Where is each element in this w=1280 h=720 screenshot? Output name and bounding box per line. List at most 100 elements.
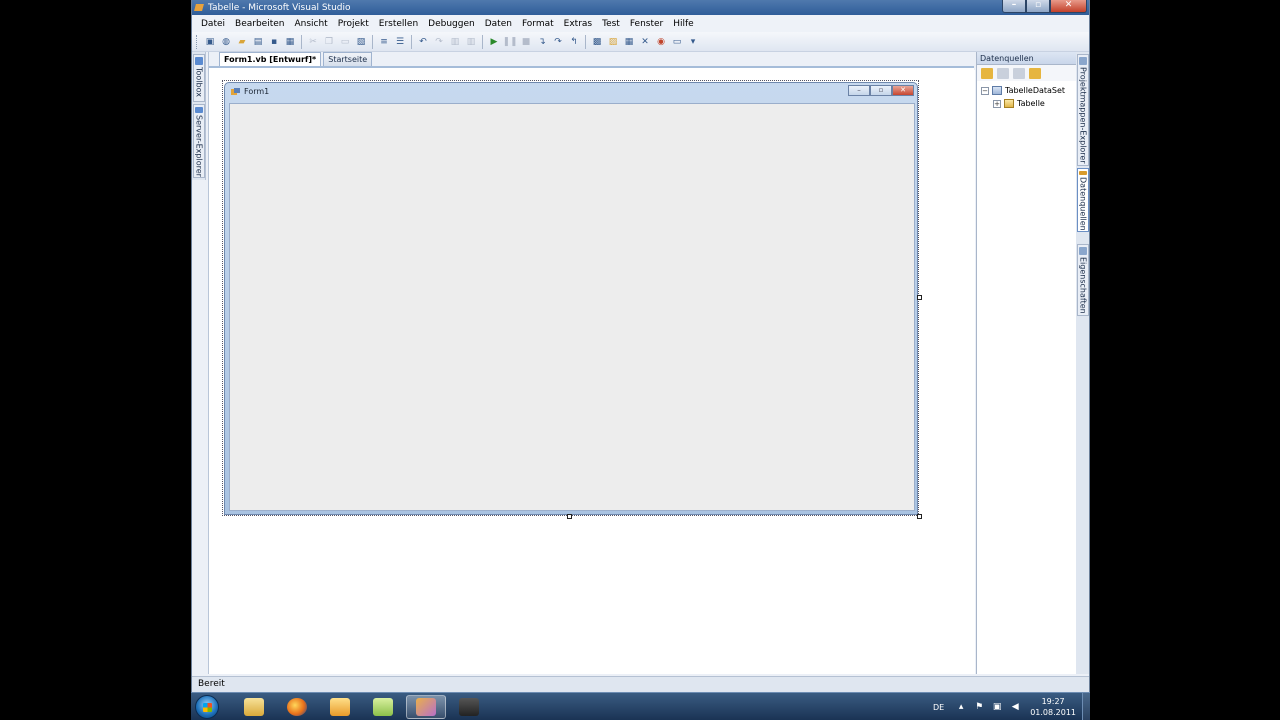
- table-label: Tabelle: [1017, 99, 1045, 108]
- save-all-icon[interactable]: ▦: [283, 35, 297, 49]
- taskbar-firefox[interactable]: [277, 695, 317, 719]
- add-new-item-icon[interactable]: ▤: [251, 35, 265, 49]
- close-button[interactable]: ✕: [1050, 0, 1087, 13]
- start-page-icon[interactable]: ◉: [654, 35, 668, 49]
- taskbar-media-player[interactable]: [320, 695, 360, 719]
- new-project-icon[interactable]: ▣: [203, 35, 217, 49]
- solution-explorer-icon[interactable]: ▩: [590, 35, 604, 49]
- step-over-icon[interactable]: ↷: [551, 35, 565, 49]
- dataset-icon: [992, 86, 1002, 95]
- dataset-label: TabelleDataSet: [1005, 86, 1066, 95]
- refresh-icon[interactable]: [1029, 67, 1041, 79]
- object-browser-icon[interactable]: ▦: [622, 35, 636, 49]
- visual-studio-icon: [194, 2, 205, 13]
- menu-debuggen[interactable]: Debuggen: [423, 19, 480, 29]
- properties-tab-label: Eigenschaften: [1078, 257, 1088, 314]
- form1-client-area[interactable]: [229, 103, 915, 511]
- solution-explorer-tab[interactable]: Projektmappen-Explorer: [1077, 54, 1089, 166]
- toolbar-separator: [301, 34, 302, 49]
- tree-item-dataset[interactable]: − TabelleDataSet: [981, 84, 1076, 97]
- taskbar-visual-studio[interactable]: [406, 695, 446, 719]
- solution-explorer-tab-label: Projektmappen-Explorer: [1078, 67, 1088, 164]
- form1-title: Form1: [244, 87, 270, 96]
- expand-icon[interactable]: +: [993, 99, 1001, 108]
- taskbar-recorder[interactable]: [449, 695, 489, 719]
- toolbox-tab[interactable]: Toolbox: [193, 54, 205, 102]
- edit-dataset-icon[interactable]: [997, 67, 1009, 79]
- resize-handle-bottom[interactable]: [567, 514, 572, 519]
- resize-handle-right[interactable]: [917, 295, 922, 300]
- menu-erstellen[interactable]: Erstellen: [374, 19, 423, 29]
- datasources-pane: Datenquellen − TabelleDataSet + Tabelle: [976, 52, 1076, 674]
- clock[interactable]: 19:27 01.08.2011: [1030, 696, 1076, 718]
- add-datasource-icon[interactable]: [981, 67, 993, 79]
- server-explorer-tab[interactable]: Server-Explorer: [193, 104, 205, 178]
- save-icon[interactable]: ▪: [267, 35, 281, 49]
- volume-icon[interactable]: ◀: [1010, 702, 1020, 712]
- tab-startseite[interactable]: Startseite: [323, 52, 373, 66]
- find-icon[interactable]: ▧: [354, 35, 368, 49]
- tree-item-table[interactable]: + Tabelle: [981, 97, 1076, 110]
- maximize-button[interactable]: ▫: [1026, 0, 1050, 13]
- datasources-header[interactable]: Datenquellen: [977, 52, 1076, 65]
- form-close-button[interactable]: ✕: [892, 85, 914, 96]
- toolbar-grip[interactable]: [196, 34, 199, 49]
- add-item-icon[interactable]: ◍: [219, 35, 233, 49]
- pause-icon[interactable]: ❚❚: [502, 35, 517, 49]
- taskbar-explorer[interactable]: [234, 695, 274, 719]
- menu-datei[interactable]: Datei: [196, 19, 230, 29]
- start-button[interactable]: [195, 695, 219, 719]
- resize-handle-corner[interactable]: [917, 514, 922, 519]
- paste-icon[interactable]: ▭: [338, 35, 352, 49]
- visual-studio-window: Tabelle - Microsoft Visual Studio – ▫ ✕ …: [191, 0, 1090, 692]
- menu-daten[interactable]: Daten: [480, 19, 517, 29]
- stop-icon[interactable]: ■: [519, 35, 533, 49]
- windows-taskbar: DE ▴ ⚑ ▣ ◀ 19:27 01.08.2011: [191, 692, 1090, 720]
- menu-test[interactable]: Test: [597, 19, 625, 29]
- menu-fenster[interactable]: Fenster: [625, 19, 668, 29]
- properties-icon[interactable]: ▨: [606, 35, 620, 49]
- title-bar[interactable]: Tabelle - Microsoft Visual Studio – ▫ ✕: [192, 0, 1089, 15]
- undo-icon[interactable]: ↶: [416, 35, 430, 49]
- network-icon[interactable]: ▣: [992, 702, 1002, 712]
- tab-form1-design[interactable]: Form1.vb [Entwurf]*: [219, 52, 322, 66]
- open-folder-icon[interactable]: ▰: [235, 35, 249, 49]
- action-center-flag-icon[interactable]: ⚑: [974, 702, 984, 712]
- taskbar-app-green[interactable]: [363, 695, 403, 719]
- start-debugging-icon[interactable]: ▶: [487, 35, 501, 49]
- form-designer-surface[interactable]: Form1 – ▫ ✕: [209, 70, 975, 674]
- language-indicator[interactable]: DE: [933, 703, 944, 712]
- toolbox-icon[interactable]: ✕: [638, 35, 652, 49]
- cut-icon[interactable]: ✂: [306, 35, 320, 49]
- datasources-tab[interactable]: Datenquellen: [1077, 168, 1089, 232]
- datasources-toolbar: [977, 65, 1076, 81]
- comment-icon[interactable]: ≡: [377, 35, 391, 49]
- uncomment-icon[interactable]: ☰: [393, 35, 407, 49]
- menu-extras[interactable]: Extras: [559, 19, 597, 29]
- clock-date: 01.08.2011: [1030, 708, 1076, 717]
- menu-ansicht[interactable]: Ansicht: [289, 19, 332, 29]
- toolbar-overflow-icon[interactable]: ▾: [686, 35, 700, 49]
- step-out-icon[interactable]: ↰: [567, 35, 581, 49]
- navigate-back-icon[interactable]: ▥: [448, 35, 462, 49]
- copy-icon[interactable]: ❐: [322, 35, 336, 49]
- form-minimize-button[interactable]: –: [848, 85, 870, 96]
- navigate-forward-icon[interactable]: ▥: [464, 35, 478, 49]
- form1-window[interactable]: Form1 – ▫ ✕: [224, 82, 918, 515]
- menu-projekt[interactable]: Projekt: [333, 19, 374, 29]
- form-maximize-button[interactable]: ▫: [870, 85, 892, 96]
- show-desktop-button[interactable]: [1082, 693, 1090, 720]
- properties-tab[interactable]: Eigenschaften: [1077, 244, 1089, 316]
- menu-hilfe[interactable]: Hilfe: [668, 19, 698, 29]
- other-windows-icon[interactable]: ▭: [670, 35, 684, 49]
- menu-bearbeiten[interactable]: Bearbeiten: [230, 19, 289, 29]
- redo-icon[interactable]: ↷: [432, 35, 446, 49]
- configure-dataset-icon[interactable]: [1013, 67, 1025, 79]
- step-into-icon[interactable]: ↴: [535, 35, 549, 49]
- menu-format[interactable]: Format: [517, 19, 559, 29]
- collapse-icon[interactable]: −: [981, 86, 989, 95]
- minimize-button[interactable]: –: [1002, 0, 1026, 13]
- form1-titlebar[interactable]: Form1 – ▫ ✕: [225, 83, 917, 100]
- show-hidden-icons-icon[interactable]: ▴: [956, 702, 966, 712]
- document-tabs: Form1.vb [Entwurf]* Startseite: [209, 52, 974, 68]
